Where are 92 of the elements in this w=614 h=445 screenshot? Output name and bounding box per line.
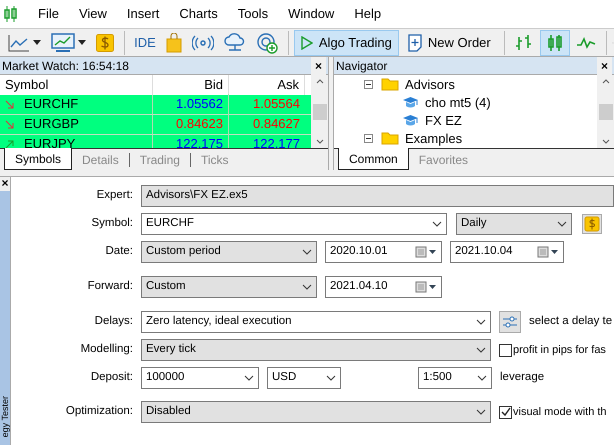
menu-item[interactable]: Help [354,4,382,24]
chevron-down-icon [326,375,336,381]
scroll-thumb[interactable] [598,104,612,120]
close-button[interactable]: × [310,56,326,74]
menu-item[interactable]: File [38,4,59,24]
dropdown[interactable]: Custom [141,276,317,298]
sliders-button[interactable] [499,311,521,333]
ide-button[interactable]: IDE [130,32,160,52]
symbol-row[interactable]: EURGBP 0.84623 0.84627 [0,114,311,134]
delay-note: select a delay te [529,314,612,330]
tab[interactable]: Common [338,148,409,170]
dropdown[interactable]: USD [267,367,341,389]
play-icon [300,36,313,50]
scroll-up-icon[interactable] [316,79,324,84]
date-field[interactable]: 2020.10.01 [325,241,442,263]
scroll-up-icon[interactable] [602,79,610,84]
collapse-icon[interactable] [364,80,373,88]
add-document-icon [408,34,422,52]
symbol-name: EURGBP [24,115,79,134]
dropdown[interactable]: Disabled [141,401,491,423]
symbol-name: EURCHF [24,95,78,114]
collapse-icon[interactable] [364,134,373,142]
candlestick-icon[interactable] [540,30,570,56]
panel-title: Market Watch: 16:54:18 [2,58,129,74]
ask-price: 1.05564 [252,95,301,114]
menu-item[interactable]: Charts [179,4,218,24]
calendar-dropdown-icon[interactable] [415,281,437,293]
chevron-down-icon [302,284,312,290]
leverage-label: leverage [500,370,544,386]
scrollbar[interactable] [597,75,614,148]
dropdown[interactable]: Custom period [141,241,317,263]
tree-item[interactable]: Advisors [405,78,455,90]
field-label: Modelling: [80,342,133,358]
tree-item[interactable]: Examples [405,132,462,144]
menu-item[interactable]: Tools [238,4,268,24]
dropdown[interactable]: Every tick [141,339,491,361]
chevron-down-icon [476,319,486,325]
tree-item[interactable]: FX EZ [425,114,462,126]
panel-title: Navigator [336,58,388,74]
chevron-down-icon [557,221,567,227]
graduation-cap-icon [402,113,419,127]
checkbox-label: profit in pips for fas [513,342,606,358]
toolbar-button[interactable]: Algo Trading [294,30,399,56]
folder-icon [381,77,399,91]
bid-price: 0.84623 [153,114,229,134]
calendar-dropdown-icon[interactable] [537,246,559,258]
expert-field[interactable]: Advisors\FX EZ.ex5 [141,185,614,207]
checkbox-label: visual mode with th [513,404,607,420]
close-button[interactable]: × [596,56,612,74]
chevron-down-icon [477,375,487,381]
scrollbar[interactable] [311,75,328,148]
chevron-down-icon [476,409,486,415]
date-field[interactable]: 2021.10.04 [450,241,564,263]
chevron-down-icon [244,375,254,381]
tab[interactable]: Symbols [4,148,72,170]
close-button[interactable]: × [1,177,8,191]
chevron-down-icon [302,249,312,255]
bid-price: 1.05562 [153,94,229,114]
field-label: Expert: [96,188,133,204]
symbol-row[interactable]: EURCHF 1.05562 1.05564 [0,94,311,114]
field-label: Optimization: [66,404,133,420]
menu-item[interactable]: Window [288,4,334,24]
field-label: Symbol: [91,216,133,232]
ask-price: 0.84627 [252,115,301,134]
field-label: Delays: [94,314,133,330]
checkbox[interactable] [499,344,512,356]
side-tab[interactable]: egy Tester [0,191,10,445]
toolbar-button[interactable]: New Order [400,30,498,56]
chevron-down-icon [476,347,486,353]
tree-item[interactable]: cho mt5 (4) [425,96,491,108]
field-label: Date: [106,244,133,260]
menu-item[interactable]: Insert [126,4,160,24]
scroll-down-icon[interactable] [602,139,610,144]
graduation-cap-icon [402,95,419,109]
date-field[interactable]: 2021.04.10 [325,276,442,298]
calendar-dropdown-icon[interactable] [415,246,437,258]
checkbox[interactable] [499,406,512,418]
folder-icon [381,131,399,145]
dropdown[interactable]: 1:500 [418,367,492,389]
dropdown[interactable]: Zero latency, ideal execution [141,311,491,333]
field-label: Deposit: [90,370,133,386]
scroll-thumb[interactable] [312,104,326,120]
dropdown[interactable]: EURCHF [141,213,447,235]
scroll-down-icon[interactable] [316,139,324,144]
chevron-down-icon [432,221,442,227]
dropdown[interactable]: 100000 [141,367,259,389]
candlestick-icon [4,5,18,23]
field-label: Forward: [88,279,133,294]
menu-item[interactable]: View [78,4,107,24]
ask-price: 122.177 [252,135,301,148]
dropdown[interactable]: Daily [456,213,572,235]
dollar-button[interactable] [582,214,602,234]
